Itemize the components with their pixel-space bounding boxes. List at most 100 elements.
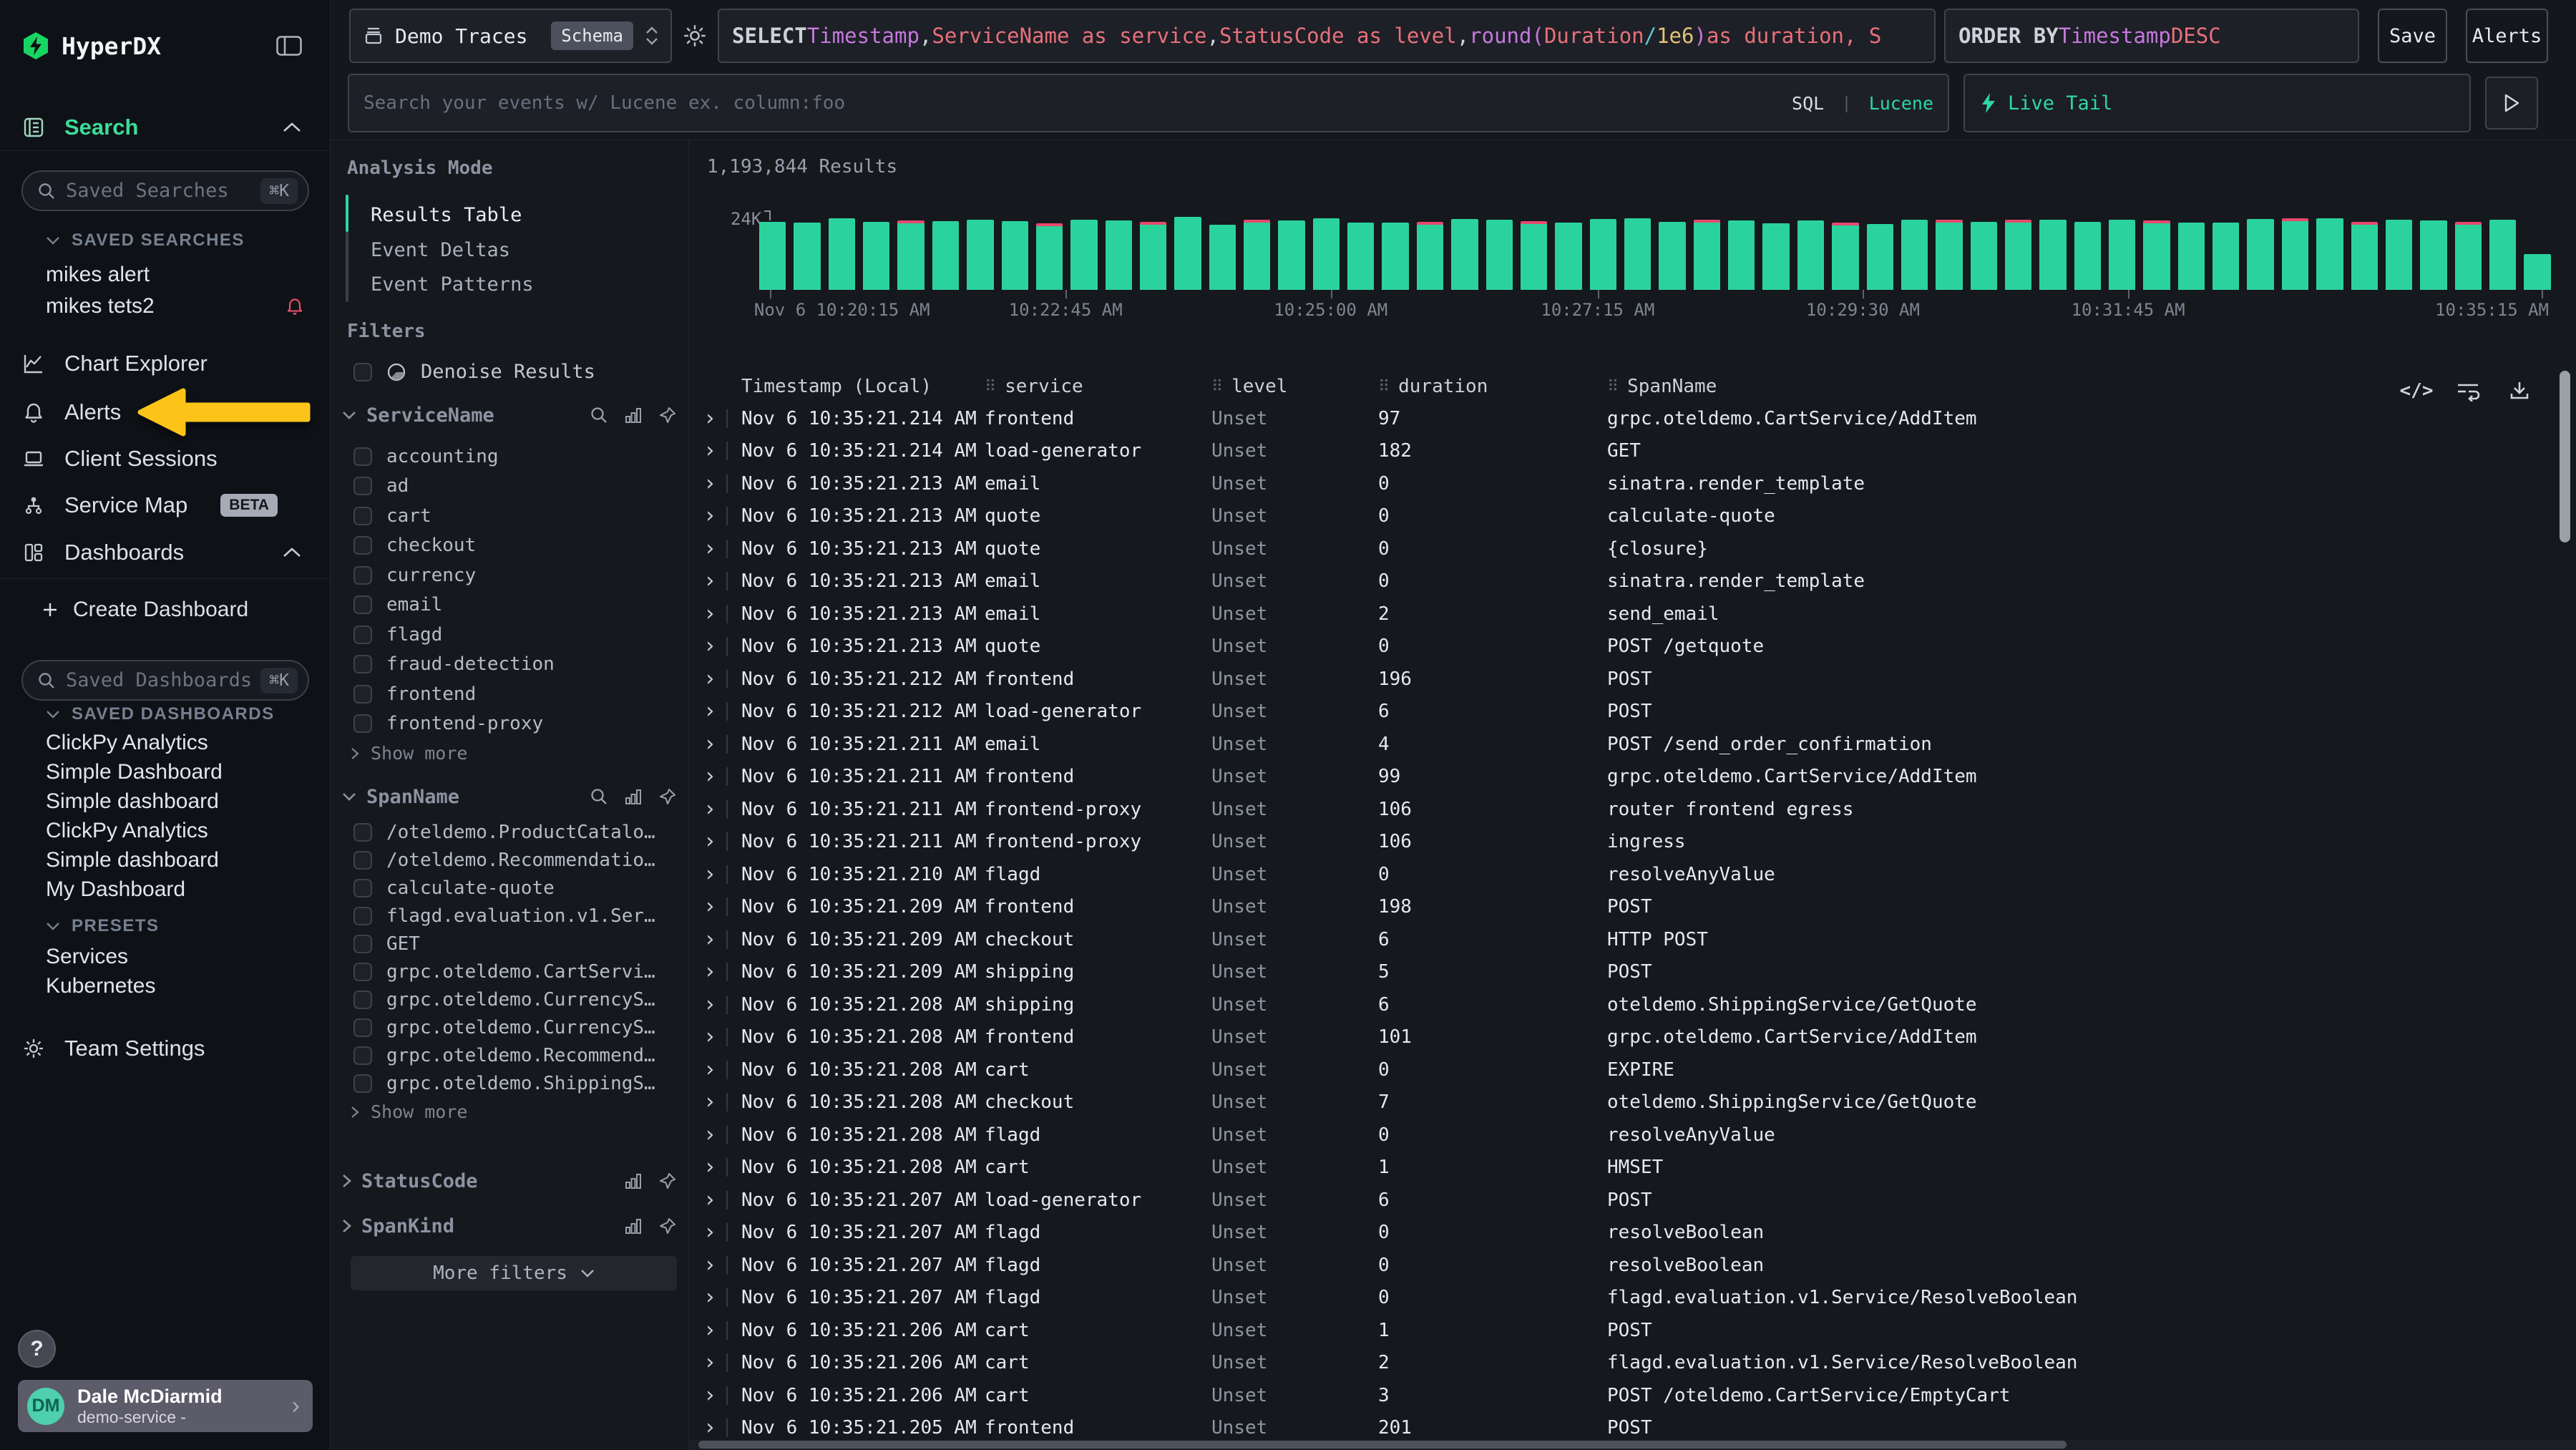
histogram-bar[interactable] bbox=[2074, 222, 2101, 290]
histogram-bar[interactable] bbox=[2212, 223, 2239, 290]
histogram-bar[interactable] bbox=[1036, 223, 1063, 290]
facet-header-spankind[interactable]: SpanKind bbox=[342, 1215, 677, 1237]
histogram-bar[interactable] bbox=[1901, 220, 1928, 290]
histogram-bar[interactable] bbox=[1209, 225, 1236, 290]
download-icon[interactable] bbox=[2504, 376, 2534, 405]
create-dashboard-button[interactable]: Create Dashboard bbox=[0, 590, 330, 630]
histogram-bar[interactable] bbox=[1070, 220, 1097, 290]
pin-icon[interactable] bbox=[658, 1172, 677, 1190]
histogram-bar[interactable] bbox=[1002, 221, 1028, 290]
sidebar-item-client-sessions[interactable]: Client Sessions bbox=[0, 439, 330, 479]
denoise-checkbox[interactable] bbox=[353, 363, 372, 381]
histogram-bar[interactable] bbox=[1762, 223, 1789, 290]
preset-item[interactable]: Kubernetes bbox=[0, 971, 330, 1001]
table-row[interactable]: ›Nov 6 10:35:21.211 AMfrontend-proxyUnse… bbox=[689, 793, 2576, 826]
analysis-mode-event-patterns[interactable]: Event Patterns bbox=[371, 268, 534, 300]
saved-searches-input[interactable]: Saved Searches ⌘K bbox=[21, 170, 309, 211]
histogram-bar[interactable] bbox=[2420, 220, 2446, 290]
facet-value-row[interactable]: ad bbox=[331, 472, 688, 502]
histogram-bar[interactable] bbox=[2178, 223, 2205, 290]
sidebar-item-search[interactable]: Search bbox=[0, 107, 330, 147]
save-button[interactable]: Save bbox=[2378, 9, 2447, 63]
facet-value-checkbox[interactable] bbox=[353, 595, 372, 614]
histogram-bar[interactable] bbox=[829, 218, 855, 290]
table-row[interactable]: ›Nov 6 10:35:21.214 AMfrontendUnset97grp… bbox=[689, 402, 2576, 435]
horizontal-scrollbar-track[interactable] bbox=[688, 1440, 2576, 1450]
histogram-bar[interactable] bbox=[2282, 218, 2308, 290]
table-row[interactable]: ›Nov 6 10:35:21.208 AMcartUnset0EXPIRE bbox=[689, 1054, 2576, 1086]
mode-lucene-toggle[interactable]: Lucene bbox=[1869, 93, 1933, 114]
view-source-icon[interactable]: </> bbox=[2401, 376, 2431, 405]
analysis-mode-event-deltas[interactable]: Event Deltas bbox=[371, 234, 510, 266]
drag-handle-icon[interactable]: ⠿ bbox=[985, 378, 996, 396]
histogram-bar[interactable] bbox=[932, 221, 959, 290]
drag-handle-icon[interactable]: ⠿ bbox=[1607, 378, 1619, 396]
live-tail-button[interactable]: Live Tail bbox=[1963, 74, 2471, 132]
facet-value-checkbox[interactable] bbox=[353, 685, 372, 704]
pin-icon[interactable] bbox=[658, 406, 677, 424]
expand-row-icon[interactable]: › bbox=[703, 1320, 716, 1341]
expand-row-icon[interactable]: › bbox=[703, 831, 716, 852]
histogram-bar[interactable] bbox=[2109, 220, 2135, 290]
sql-select-editor[interactable]: SELECT Timestamp, ServiceName as service… bbox=[718, 9, 1936, 63]
histogram-bar[interactable] bbox=[2316, 218, 2343, 290]
facet-value-checkbox[interactable] bbox=[353, 566, 372, 585]
expand-row-icon[interactable]: › bbox=[703, 1124, 716, 1146]
saved-dashboard-item[interactable]: Simple Dashboard bbox=[0, 757, 330, 787]
wrap-lines-icon[interactable] bbox=[2453, 376, 2483, 405]
histogram-bar[interactable] bbox=[1797, 220, 1824, 290]
histogram-bar[interactable] bbox=[1382, 223, 1408, 290]
mode-sql-toggle[interactable]: SQL bbox=[1792, 93, 1824, 114]
histogram-bar[interactable] bbox=[863, 222, 889, 290]
facet-value-row[interactable]: frontend-proxy bbox=[331, 709, 688, 739]
expand-row-icon[interactable]: › bbox=[703, 505, 716, 527]
table-row[interactable]: ›Nov 6 10:35:21.208 AMfrontendUnset101gr… bbox=[689, 1021, 2576, 1054]
expand-row-icon[interactable]: › bbox=[703, 473, 716, 495]
facet-value-row[interactable]: currency bbox=[331, 560, 688, 590]
expand-row-icon[interactable]: › bbox=[703, 766, 716, 787]
facet-value-checkbox[interactable] bbox=[353, 626, 372, 644]
facet-header-statuscode[interactable]: StatusCode bbox=[342, 1169, 677, 1192]
expand-row-icon[interactable]: › bbox=[703, 896, 716, 918]
source-settings-button[interactable] bbox=[672, 13, 718, 59]
table-row[interactable]: ›Nov 6 10:35:21.208 AMcheckoutUnset7otel… bbox=[689, 1086, 2576, 1119]
histogram-bar[interactable] bbox=[967, 220, 993, 290]
histogram-bar[interactable] bbox=[2455, 222, 2482, 290]
histogram-bar[interactable] bbox=[1590, 219, 1616, 290]
table-row[interactable]: ›Nov 6 10:35:21.208 AMcartUnset1HMSET bbox=[689, 1152, 2576, 1184]
facet-value-row[interactable]: accounting bbox=[331, 442, 688, 472]
expand-row-icon[interactable]: › bbox=[703, 408, 716, 429]
histogram-bar[interactable] bbox=[1244, 220, 1270, 290]
facet-value-row[interactable]: grpc.oteldemo.CurrencyS… bbox=[331, 1013, 688, 1041]
table-row[interactable]: ›Nov 6 10:35:21.213 AMquoteUnset0{closur… bbox=[689, 532, 2576, 565]
expand-row-icon[interactable]: › bbox=[703, 1091, 716, 1113]
histogram-bar[interactable] bbox=[2143, 220, 2170, 290]
table-row[interactable]: ›Nov 6 10:35:21.211 AMemailUnset4POST /s… bbox=[689, 728, 2576, 761]
table-row[interactable]: ›Nov 6 10:35:21.208 AMshippingUnset6otel… bbox=[689, 988, 2576, 1021]
facet-value-checkbox[interactable] bbox=[353, 447, 372, 466]
table-row[interactable]: ›Nov 6 10:35:21.207 AMflagdUnset0flagd.e… bbox=[689, 1282, 2576, 1315]
show-more-button[interactable]: Show more bbox=[331, 739, 688, 769]
saved-searches-header[interactable]: SAVED SEARCHES bbox=[46, 230, 245, 250]
table-row[interactable]: ›Nov 6 10:35:21.213 AMemailUnset0sinatra… bbox=[689, 565, 2576, 598]
expand-row-icon[interactable]: › bbox=[703, 701, 716, 722]
table-row[interactable]: ›Nov 6 10:35:21.212 AMload-generatorUnse… bbox=[689, 696, 2576, 729]
analysis-mode-results-table[interactable]: Results Table bbox=[371, 199, 522, 230]
preset-item[interactable]: Services bbox=[0, 942, 330, 971]
presets-header[interactable]: PRESETS bbox=[46, 916, 160, 936]
drag-handle-icon[interactable]: ⠿ bbox=[1211, 378, 1223, 396]
table-row[interactable]: ›Nov 6 10:35:21.213 AMquoteUnset0POST /g… bbox=[689, 631, 2576, 663]
expand-row-icon[interactable]: › bbox=[703, 1026, 716, 1048]
facet-value-row[interactable]: frontend bbox=[331, 679, 688, 709]
histogram-bar[interactable] bbox=[1174, 217, 1201, 290]
chevron-up-icon[interactable] bbox=[283, 548, 301, 558]
table-row[interactable]: ›Nov 6 10:35:21.207 AMflagdUnset0resolve… bbox=[689, 1249, 2576, 1282]
bar-chart-icon[interactable] bbox=[624, 787, 643, 806]
denoise-results-option[interactable]: Denoise Results bbox=[353, 361, 595, 383]
saved-search-item[interactable]: mikes tets2 bbox=[0, 291, 330, 322]
pin-icon[interactable] bbox=[658, 787, 677, 806]
sidebar-collapse-icon[interactable] bbox=[276, 36, 302, 56]
facet-value-checkbox[interactable] bbox=[353, 655, 372, 673]
histogram-bar[interactable] bbox=[1278, 220, 1304, 290]
histogram-bar[interactable] bbox=[1867, 224, 1893, 290]
